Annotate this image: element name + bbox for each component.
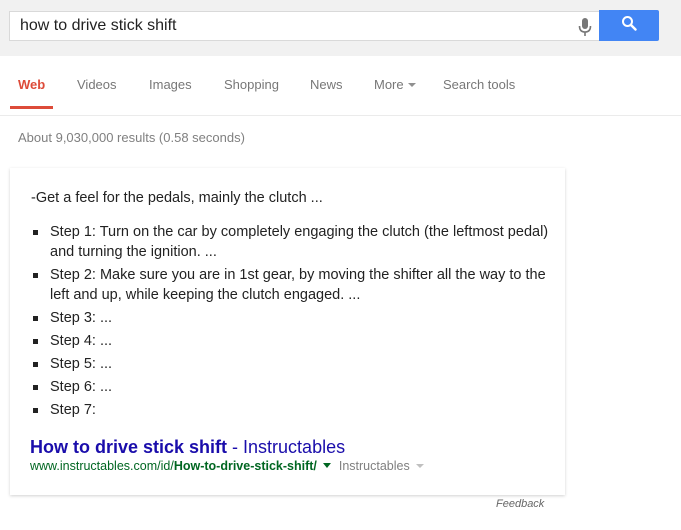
bullet-icon: [33, 230, 38, 235]
tab-images[interactable]: Images: [149, 77, 192, 92]
search-tabs: Web Videos Images Shopping News More Sea…: [0, 56, 681, 116]
steps-list: Step 1: Turn on the car by completely en…: [31, 222, 551, 423]
step-text: Step 5: ...: [50, 356, 113, 372]
list-item: Step 3: ...: [31, 308, 551, 328]
step-text: Step 4: ...: [50, 333, 113, 349]
result-title-link[interactable]: How to drive stick shift - Instructables: [30, 437, 345, 458]
tab-news[interactable]: News: [310, 77, 343, 92]
url-options-caret-icon[interactable]: [322, 463, 331, 469]
bullet-icon: [33, 316, 38, 321]
list-item: Step 4: ...: [31, 331, 551, 351]
list-item: Step 6: ...: [31, 377, 551, 397]
search-tools-button[interactable]: Search tools: [443, 77, 515, 92]
result-stats: About 9,030,000 results (0.58 seconds): [18, 130, 245, 145]
tab-more[interactable]: More: [374, 77, 416, 92]
step-text: Step 1: Turn on the car by completely en…: [50, 224, 549, 260]
answer-intro: -Get a feel for the pedals, mainly the c…: [31, 190, 323, 206]
tab-more-label: More: [374, 77, 404, 92]
step-text: Step 3: ...: [50, 310, 113, 326]
result-url: www.instructables.com/id/How-to-drive-st…: [30, 459, 424, 473]
tab-web[interactable]: Web: [18, 77, 45, 92]
result-title-bold: How to drive stick shift: [30, 437, 228, 457]
tab-shopping[interactable]: Shopping: [224, 77, 279, 92]
list-item: Step 5: ...: [31, 354, 551, 374]
bullet-icon: [33, 385, 38, 390]
tab-videos[interactable]: Videos: [77, 77, 117, 92]
list-item: Step 1: Turn on the car by completely en…: [31, 222, 551, 262]
step-text: Step 2: Make sure you are in 1st gear, b…: [50, 267, 546, 303]
search-header: [0, 0, 681, 56]
step-text: Step 7:: [50, 402, 96, 418]
bullet-icon: [33, 339, 38, 344]
step-text: Step 6: ...: [50, 379, 113, 395]
result-title-source: - Instructables: [227, 437, 346, 457]
list-item: Step 7:: [31, 400, 551, 420]
answer-card: -Get a feel for the pedals, mainly the c…: [10, 168, 565, 495]
source-label[interactable]: Instructables: [339, 459, 410, 473]
search-button[interactable]: [599, 10, 659, 41]
result-url-prefix: www.instructables.com/id/: [30, 459, 174, 473]
list-item: Step 2: Make sure you are in 1st gear, b…: [31, 265, 551, 305]
bullet-icon: [33, 273, 38, 278]
magnifier-icon: [621, 15, 637, 36]
feedback-link[interactable]: Feedback: [496, 498, 544, 510]
active-tab-indicator: [10, 106, 53, 109]
bullet-icon: [33, 408, 38, 413]
bullet-icon: [33, 362, 38, 367]
microphone-icon[interactable]: [576, 17, 594, 37]
chevron-down-icon: [407, 82, 416, 87]
search-input[interactable]: [20, 12, 560, 40]
source-caret-icon[interactable]: [415, 463, 424, 468]
result-url-bold: How-to-drive-stick-shift/: [173, 459, 317, 473]
search-box: [9, 11, 600, 41]
